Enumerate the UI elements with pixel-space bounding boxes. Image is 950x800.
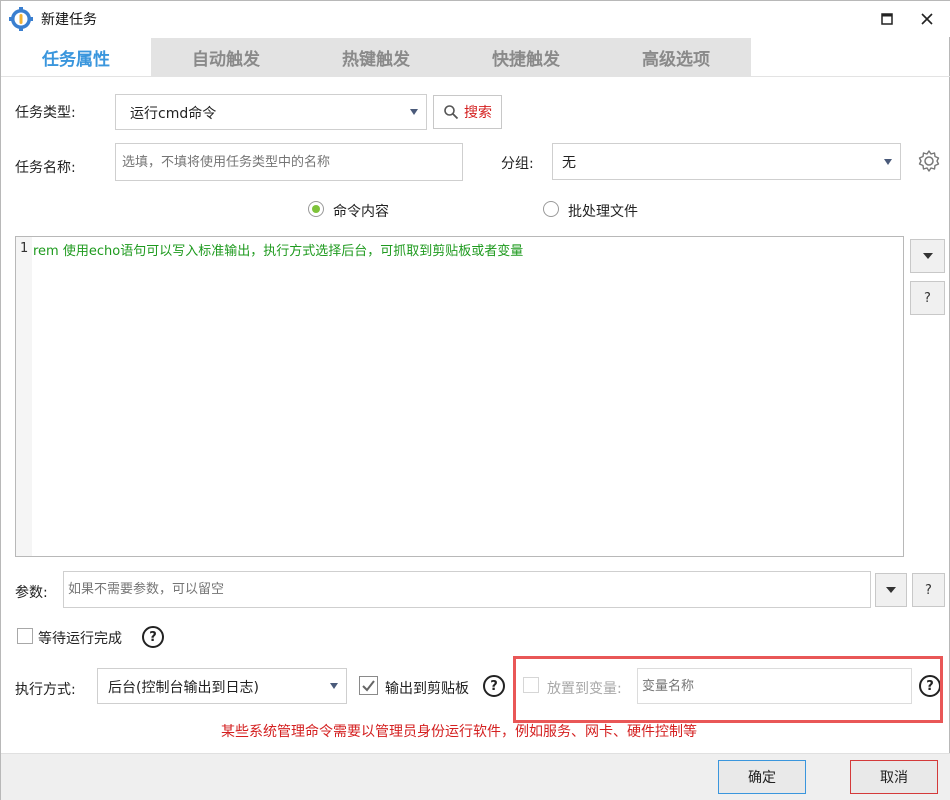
highlight-box — [513, 656, 943, 723]
group-select[interactable]: 无 — [552, 143, 901, 180]
tab-advanced-options[interactable]: 高级选项 — [601, 38, 751, 77]
exec-mode-label: 执行方式: — [15, 682, 76, 698]
tab-bar: 任务属性 自动触发 热键触发 快捷触发 高级选项 — [1, 38, 751, 77]
search-label: 搜索 — [464, 105, 492, 121]
params-input[interactable] — [63, 571, 871, 608]
exec-mode-value: 后台(控制台输出到日志) — [108, 680, 259, 696]
params-label: 参数: — [15, 585, 48, 601]
admin-warning-text: 某些系统管理命令需要以管理员身份运行软件，例如服务、网卡、硬件控制等 — [221, 724, 697, 740]
line-number: 1 — [20, 241, 29, 256]
task-type-value: 运行cmd命令 — [130, 106, 217, 122]
wait-label: 等待运行完成 — [38, 631, 122, 647]
editor-menu-button[interactable] — [910, 239, 945, 273]
chevron-down-icon — [330, 683, 338, 689]
chevron-down-icon — [410, 109, 418, 115]
window-title: 新建任务 — [41, 12, 97, 28]
chevron-down-icon — [886, 587, 896, 593]
task-name-input[interactable] — [115, 143, 463, 181]
radio-batch-file[interactable] — [543, 201, 559, 217]
chevron-down-icon — [884, 158, 892, 165]
close-icon — [921, 13, 933, 25]
code-line: rem 使用echo语句可以写入标准输出，执行方式选择后台，可抓取到剪贴板或者变… — [33, 244, 524, 259]
settings-gear-icon[interactable] — [917, 149, 941, 173]
title-bar: 新建任务 — [1, 1, 950, 37]
radio-batch-file-label: 批处理文件 — [568, 204, 638, 220]
line-gutter — [16, 237, 32, 556]
dialog-window: 新建任务 任务属性 自动触发 热键触发 快捷触发 高级选项 任务类型: 运行cm… — [0, 0, 950, 800]
search-icon — [444, 105, 459, 120]
editor-help-button[interactable]: ? — [910, 281, 945, 315]
app-gear-icon — [9, 7, 33, 31]
radio-command-content-label: 命令内容 — [333, 204, 389, 220]
group-value: 无 — [562, 155, 576, 171]
tab-hotkey-trigger[interactable]: 热键触发 — [301, 38, 451, 77]
command-editor[interactable]: 1 rem 使用echo语句可以写入标准输出，执行方式选择后台，可抓取到剪贴板或… — [15, 236, 904, 557]
tab-auto-trigger[interactable]: 自动触发 — [151, 38, 301, 77]
maximize-icon — [881, 13, 893, 25]
maximize-button[interactable] — [875, 7, 899, 31]
dialog-footer — [1, 753, 950, 800]
wait-checkbox[interactable] — [17, 628, 33, 644]
params-menu-button[interactable] — [875, 573, 907, 607]
exec-mode-select[interactable]: 后台(控制台输出到日志) — [97, 668, 347, 704]
close-button[interactable] — [915, 7, 939, 31]
task-type-label: 任务类型: — [15, 105, 76, 121]
chevron-down-icon — [922, 253, 933, 259]
checkmark-icon — [362, 680, 375, 692]
tab-divider — [1, 76, 950, 77]
clipboard-help-icon[interactable]: ? — [483, 675, 505, 697]
ok-button[interactable]: 确定 — [718, 760, 806, 794]
radio-command-content[interactable] — [308, 201, 324, 217]
task-name-label: 任务名称: — [15, 160, 76, 176]
params-help-button[interactable]: ? — [912, 573, 945, 607]
cancel-button[interactable]: 取消 — [850, 760, 938, 794]
task-type-select[interactable]: 运行cmd命令 — [115, 94, 427, 130]
tab-task-properties[interactable]: 任务属性 — [1, 38, 151, 77]
clipboard-checkbox[interactable] — [359, 676, 378, 695]
search-button[interactable]: 搜索 — [433, 95, 502, 129]
group-label: 分组: — [501, 156, 534, 172]
clipboard-label: 输出到剪贴板 — [385, 681, 469, 697]
tab-quick-trigger[interactable]: 快捷触发 — [451, 38, 601, 77]
wait-help-icon[interactable]: ? — [142, 626, 164, 648]
